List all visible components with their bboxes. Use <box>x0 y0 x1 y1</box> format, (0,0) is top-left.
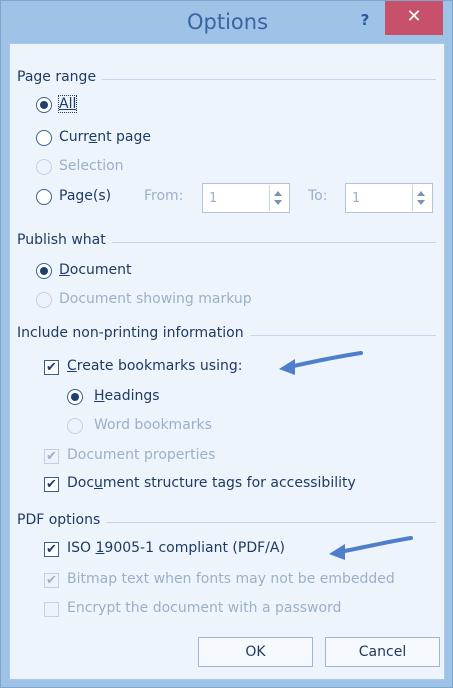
checkbox-bitmap-text[interactable]: ✔ <box>44 573 59 588</box>
checkbox-bitmap-text-label: Bitmap text when fonts may not be embedd… <box>67 571 395 587</box>
annotation-arrow-icon <box>279 351 363 375</box>
radio-word-bookmarks-label: Word bookmarks <box>94 417 212 433</box>
group-title-nonprinting: Include non-printing information <box>17 325 250 341</box>
group-title-pdf-options: PDF options <box>17 512 107 528</box>
close-button[interactable]: ✕ <box>385 1 443 35</box>
group-title-publish-what: Publish what <box>17 232 112 248</box>
to-label: To: <box>308 188 328 204</box>
from-value[interactable]: 1 <box>209 191 217 206</box>
radio-all-label[interactable]: All <box>57 95 78 113</box>
checkbox-create-bookmarks[interactable]: ✔ <box>44 360 59 375</box>
radio-pages[interactable] <box>36 189 52 205</box>
radio-all[interactable] <box>36 97 52 113</box>
checkbox-iso-pdfa[interactable]: ✔ <box>44 542 59 557</box>
spin-down-icon[interactable] <box>274 200 282 205</box>
radio-document-label[interactable]: Document <box>59 262 132 278</box>
ok-button[interactable]: OK <box>198 637 313 667</box>
options-dialog: Options ? ✕ Page range All Current page … <box>0 0 453 688</box>
spin-up-icon[interactable] <box>274 191 282 196</box>
cancel-button[interactable]: Cancel <box>325 637 440 667</box>
from-label: From: <box>144 188 184 204</box>
from-spin-arrows[interactable] <box>269 185 288 211</box>
radio-document-markup-label: Document showing markup <box>59 291 252 307</box>
checkbox-iso-pdfa-label[interactable]: ISO 19005-1 compliant (PDF/A) <box>67 540 285 556</box>
radio-document-markup[interactable] <box>36 292 52 308</box>
checkbox-encrypt[interactable] <box>44 602 59 617</box>
help-button[interactable]: ? <box>356 11 374 29</box>
checkbox-structure-tags-label[interactable]: Document structure tags for accessibilit… <box>67 475 356 491</box>
radio-document[interactable] <box>36 263 52 279</box>
radio-word-bookmarks[interactable] <box>67 418 83 434</box>
radio-pages-label[interactable]: Page(s) <box>59 188 111 204</box>
spin-down-icon[interactable] <box>417 200 425 205</box>
from-spinner[interactable]: 1 <box>202 183 290 213</box>
checkbox-document-properties-label: Document properties <box>67 447 216 463</box>
to-value[interactable]: 1 <box>352 191 360 206</box>
group-title-page-range: Page range <box>17 69 103 85</box>
title-bar: Options ? ✕ <box>1 1 453 43</box>
checkbox-encrypt-label: Encrypt the document with a password <box>67 600 342 616</box>
radio-selection-label: Selection <box>59 158 124 174</box>
checkbox-structure-tags[interactable]: ✔ <box>44 477 59 492</box>
radio-current-page[interactable] <box>36 130 52 146</box>
to-spin-arrows[interactable] <box>412 185 431 211</box>
checkbox-document-properties[interactable]: ✔ <box>44 449 59 464</box>
to-spinner[interactable]: 1 <box>345 183 433 213</box>
radio-headings[interactable] <box>67 389 83 405</box>
dialog-body: Page range All Current page Selection Pa… <box>9 43 445 680</box>
radio-headings-label[interactable]: Headings <box>94 388 160 404</box>
radio-selection[interactable] <box>36 159 52 175</box>
radio-current-page-label[interactable]: Current page <box>59 129 151 145</box>
spin-up-icon[interactable] <box>417 191 425 196</box>
checkbox-create-bookmarks-label[interactable]: Create bookmarks using: <box>67 358 242 374</box>
annotation-arrow-icon <box>329 536 413 560</box>
close-icon[interactable]: ✕ <box>406 6 421 27</box>
